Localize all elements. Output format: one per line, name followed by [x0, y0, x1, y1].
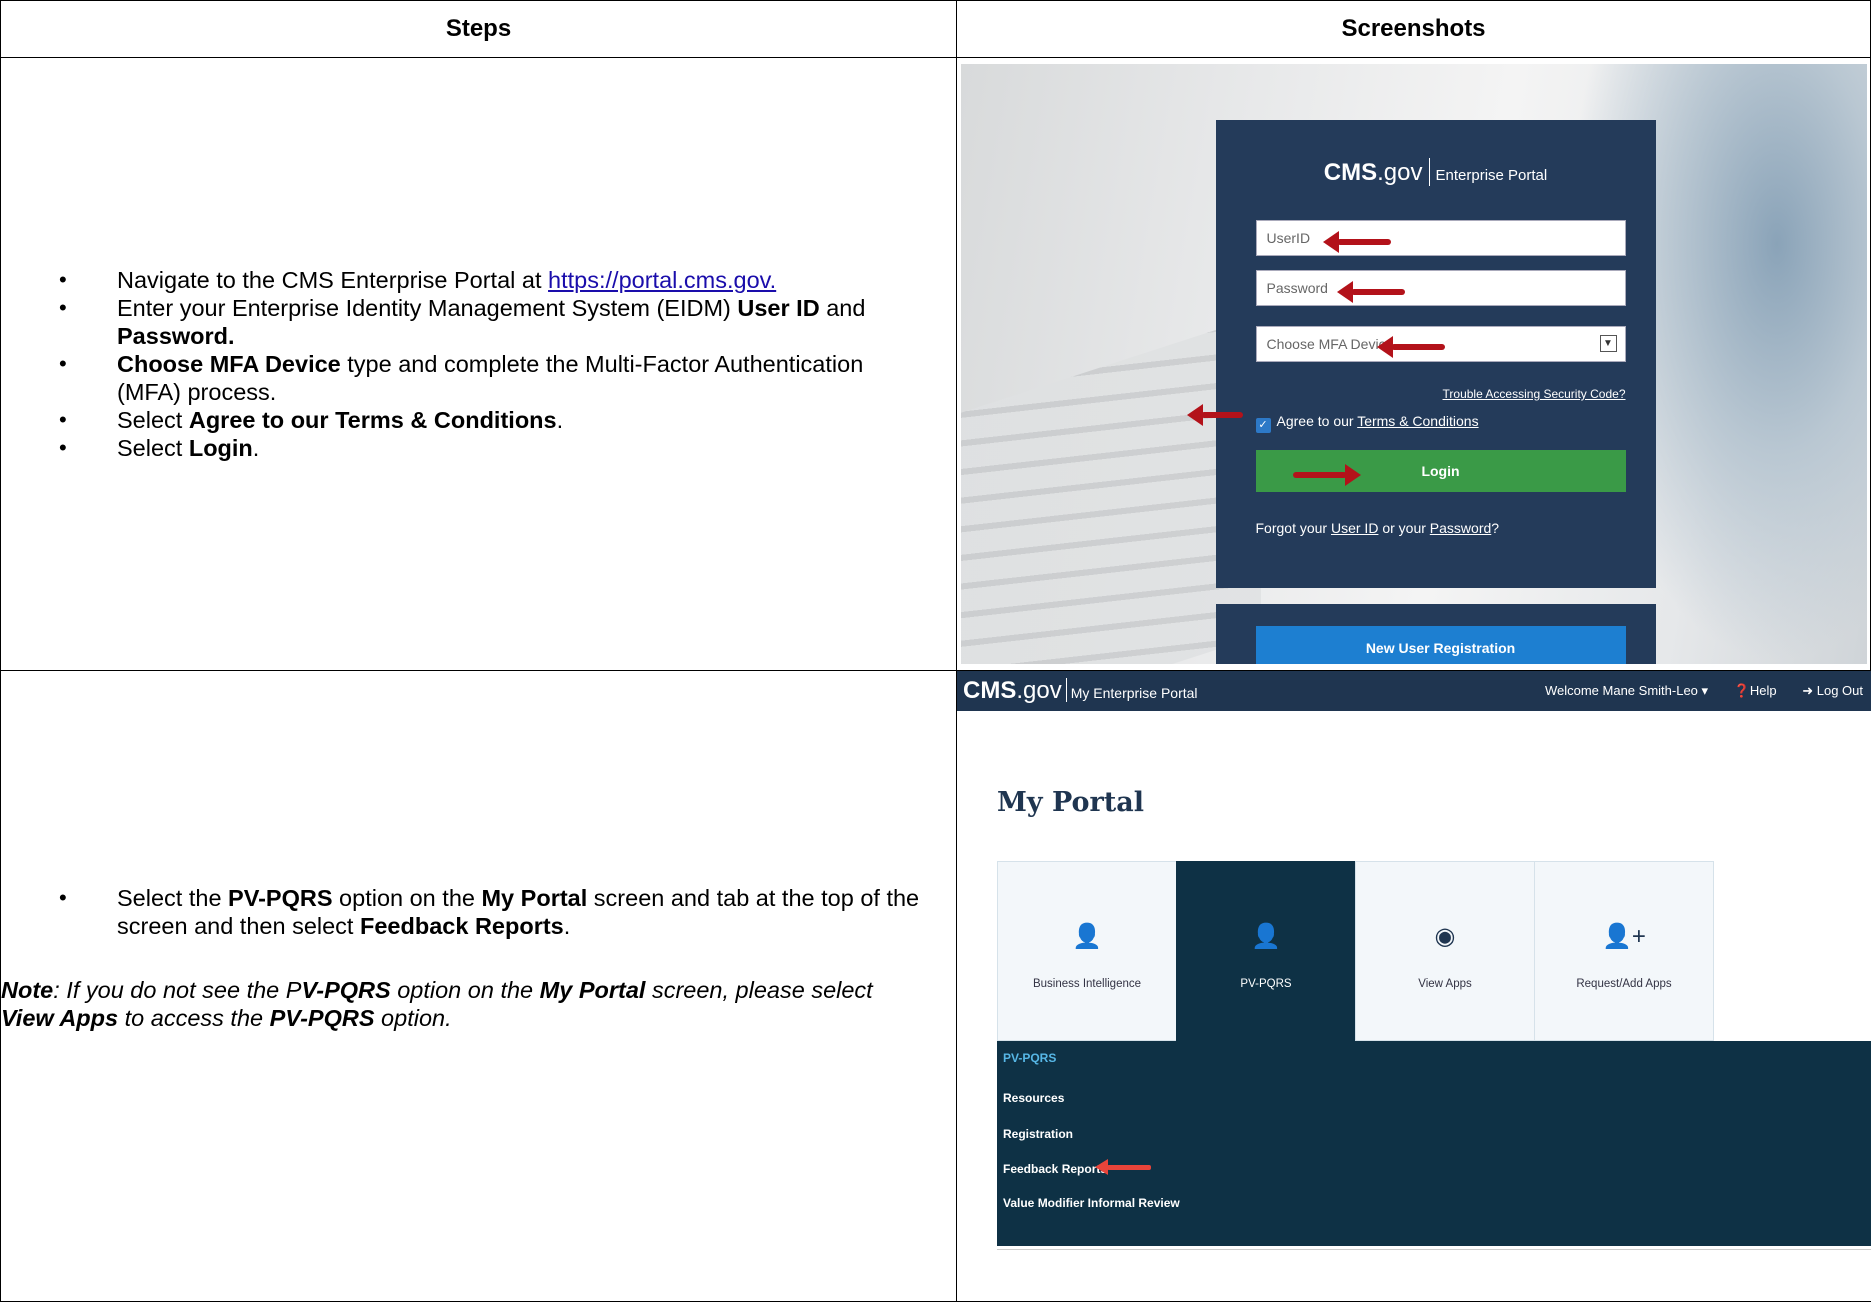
screenshots-header: Screenshots [956, 0, 1871, 58]
red-arrow-icon [1322, 231, 1391, 253]
checkmark-icon: ✓ [1255, 418, 1271, 433]
eye-icon: ◉ [1434, 923, 1456, 950]
red-arrow-icon [1186, 404, 1243, 426]
tile-view-apps[interactable]: ◉ View Apps [1355, 861, 1535, 1041]
login-screenshot: CMS.gov Enterprise Portal UserID Password… [960, 64, 1867, 664]
steps-cell-portal: Select the PV-PQRS option on the My Port… [0, 670, 957, 1302]
cms-enterprise-logo: CMS.gov Enterprise Portal [1323, 158, 1548, 186]
step-choose-mfa: Choose MFA Device type and complete the … [59, 350, 932, 406]
step-enter-credentials: Enter your Enterprise Identity Managemen… [59, 294, 932, 350]
red-arrow-icon [1336, 281, 1405, 303]
doctor-icon: 👤 [1251, 923, 1281, 950]
menu-item-value-modifier[interactable]: Value Modifier Informal Review [1003, 1196, 1180, 1210]
login-panel: CMS.gov Enterprise Portal UserID Password… [1215, 120, 1656, 588]
red-arrow-icon [1095, 1159, 1151, 1175]
step-agree-terms: Select Agree to our Terms & Conditions. [59, 406, 932, 434]
cms-logo: CMS.gov My Enterprise Portal [963, 677, 1198, 704]
trouble-security-code-link[interactable]: Trouble Accessing Security Code? [1443, 387, 1626, 401]
page-title: My Portal [997, 787, 1145, 818]
welcome-user-menu[interactable]: Welcome Mane Smith-Leo ▾ [1545, 683, 1708, 698]
tile-pv-pqrs[interactable]: 👤 PV-PQRS [1176, 861, 1356, 1047]
password-input[interactable]: Password [1255, 270, 1626, 306]
pvpqrs-menu: PV-PQRS Resources Registration Feedback … [997, 1041, 1871, 1246]
add-user-icon: 👤+ [1602, 923, 1646, 950]
note-text: Note: If you do not see the PV-PQRS opti… [1, 977, 873, 1031]
steps-header: Steps [0, 0, 957, 58]
forgot-password-link[interactable]: Password [1430, 520, 1491, 536]
agree-terms-checkbox[interactable]: ✓ Agree to our Terms & Conditions [1255, 413, 1479, 433]
tile-business-intelligence[interactable]: 👤 Business Intelligence [997, 861, 1177, 1041]
chevron-down-icon: ▼ [1599, 335, 1617, 352]
step-navigate: Navigate to the CMS Enterprise Portal at… [59, 266, 932, 294]
divider [997, 1249, 1871, 1250]
new-user-registration-button[interactable]: New User Registration [1255, 626, 1626, 664]
logout-link[interactable]: ➜ Log Out [1802, 683, 1863, 698]
instructions-table: Steps Screenshots Navigate to the CMS En… [0, 0, 1871, 1302]
terms-link[interactable]: Terms & Conditions [1357, 413, 1478, 429]
userid-input[interactable]: UserID [1255, 220, 1626, 256]
menu-header: PV-PQRS [1003, 1051, 1057, 1065]
menu-item-resources[interactable]: Resources [1003, 1091, 1064, 1105]
portal-topbar: CMS.gov My Enterprise Portal Welcome Mane… [957, 671, 1871, 711]
steps-cell-login: Navigate to the CMS Enterprise Portal at… [0, 57, 957, 671]
red-arrow-icon [1292, 464, 1361, 486]
doctor-icon: 👤 [1072, 923, 1102, 950]
menu-item-registration[interactable]: Registration [1003, 1127, 1073, 1141]
red-arrow-icon [1376, 336, 1445, 358]
help-link[interactable]: ❓Help [1734, 683, 1777, 698]
screenshot-cell-portal: CMS.gov My Enterprise Portal Welcome Mane… [956, 670, 1871, 1302]
portal-link[interactable]: https://portal.cms.gov. [548, 267, 776, 293]
portal-screenshot: CMS.gov My Enterprise Portal Welcome Mane… [957, 671, 1871, 1301]
new-user-panel: New User Registration [1215, 604, 1656, 664]
login-button[interactable]: Login [1255, 450, 1626, 492]
step-login: Select Login. [59, 434, 932, 462]
screenshot-cell-login: CMS.gov Enterprise Portal UserID Password… [956, 57, 1871, 671]
forgot-credentials: Forgot your User ID or your Password? [1255, 520, 1500, 536]
step-select-pvpqrs: Select the PV-PQRS option on the My Port… [59, 884, 932, 940]
tile-request-add-apps[interactable]: 👤+ Request/Add Apps [1534, 861, 1714, 1041]
menu-item-feedback-reports[interactable]: Feedback Reports [1003, 1162, 1107, 1176]
forgot-userid-link[interactable]: User ID [1331, 520, 1378, 536]
